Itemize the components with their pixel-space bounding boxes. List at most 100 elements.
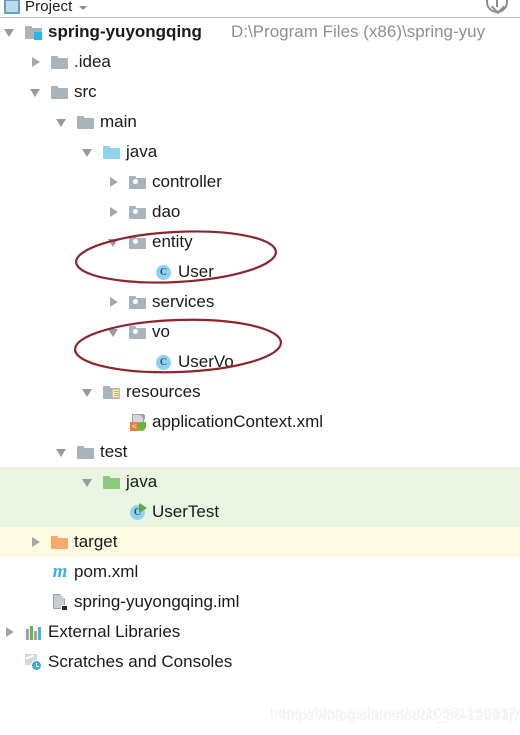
tree-row-idea[interactable]: .idea — [0, 47, 520, 77]
twisty-collapsed-icon[interactable] — [106, 174, 122, 190]
run-arrow-icon — [139, 503, 147, 513]
twisty-collapsed-icon[interactable] — [2, 624, 18, 640]
module-iml-file-icon — [50, 592, 70, 612]
package-folder-icon — [128, 292, 148, 312]
twisty-expanded-icon[interactable] — [28, 84, 44, 100]
package-folder-icon — [128, 322, 148, 342]
module-badge — [34, 32, 42, 40]
source-root-folder-icon — [102, 142, 122, 162]
tree-row-label: applicationContext.xml — [152, 412, 324, 431]
tree-row-spring-yuyongqing[interactable]: spring-yuyongqingspring-yuyongqingD:\Pro… — [0, 17, 520, 47]
tree-row-main[interactable]: main — [0, 107, 520, 137]
java-test-class-icon: C — [128, 502, 148, 522]
class-glyph: C — [156, 265, 171, 280]
folder-icon — [76, 442, 96, 462]
tree-row-label: spring-yuyongqing.iml — [74, 592, 240, 611]
maven-pom-icon: m — [50, 562, 70, 582]
tree-row-src[interactable]: src — [0, 77, 520, 107]
scratch-shape — [25, 654, 43, 671]
tree-row-label: controller — [152, 172, 222, 191]
watermark: https://blog.csdn.net/u010561259317 http… — [252, 703, 520, 727]
tree-row-label: resources — [126, 382, 201, 401]
twisty-collapsed-icon[interactable] — [106, 294, 122, 310]
package-dot — [133, 209, 138, 214]
resources-root-folder-icon — [102, 382, 122, 402]
twisty-collapsed-icon[interactable] — [28, 54, 44, 70]
tree-row-dao[interactable]: dao — [0, 197, 520, 227]
twisty-expanded-icon[interactable] — [80, 384, 96, 400]
watermark-line-b: https://blog.csdn.net/u0_56-12593j7 — [282, 707, 520, 724]
package-dot — [133, 299, 138, 304]
tree-row-label: java — [126, 142, 158, 161]
tree-row-label: Scratches and Consoles — [48, 652, 233, 671]
twisty-expanded-icon[interactable] — [80, 474, 96, 490]
tree-row-label: User — [178, 262, 214, 281]
java-class-icon: C — [154, 352, 174, 372]
tree-row-scratches[interactable]: Scratches and Consoles — [0, 647, 520, 677]
folder-icon — [50, 52, 70, 72]
tree-row-label: .idea — [74, 52, 111, 71]
tree-row-label: target — [74, 532, 118, 551]
excluded-folder-icon — [50, 532, 70, 552]
package-folder-icon — [128, 172, 148, 192]
folder-shape — [51, 56, 68, 69]
tree-row-label: pom.xml — [74, 562, 139, 581]
twisty-expanded-icon[interactable] — [106, 234, 122, 250]
tree-row-test[interactable]: test — [0, 437, 520, 467]
chevron-down-icon[interactable] — [79, 5, 88, 10]
tree-row-target[interactable]: target — [0, 527, 520, 557]
class-glyph: C — [156, 355, 171, 370]
twisty-collapsed-icon[interactable] — [106, 204, 122, 220]
tree-row-UserTest[interactable]: C UserTest — [0, 497, 520, 527]
tree-row-pom[interactable]: m pom.xml — [0, 557, 520, 587]
twisty-expanded-icon[interactable] — [54, 114, 70, 130]
package-folder-icon — [128, 232, 148, 252]
twisty-collapsed-icon[interactable] — [28, 534, 44, 550]
tree-row-UserVo[interactable]: C UserVo — [0, 347, 520, 377]
twisty-expanded-icon[interactable] — [2, 24, 18, 40]
spring-xml-file-icon: < — [128, 412, 148, 432]
test-source-root-folder-icon — [102, 472, 122, 492]
twisty-expanded-icon[interactable] — [54, 444, 70, 460]
tree-row-resources[interactable]: resources — [0, 377, 520, 407]
folder-icon — [76, 112, 96, 132]
tree-row-iml[interactable]: spring-yuyongqing.iml — [0, 587, 520, 617]
tree-row-label: dao — [152, 202, 181, 221]
project-window-icon — [4, 0, 20, 14]
tree-row-label: java — [126, 472, 158, 491]
tree-row-label: vo — [152, 322, 170, 341]
resources-badge — [112, 389, 120, 398]
tree-row-label: UserTest — [152, 502, 220, 521]
tree-row-label: entity — [152, 232, 193, 251]
tree-row-java-main[interactable]: java — [0, 137, 520, 167]
folder-icon — [50, 82, 70, 102]
folder-shape — [51, 86, 68, 99]
twisty-expanded-icon[interactable] — [80, 144, 96, 160]
tree-row-label: test — [100, 442, 128, 461]
tree-row-label: services — [152, 292, 215, 311]
package-dot — [133, 329, 138, 334]
folder-shape — [77, 446, 94, 459]
package-folder-icon — [128, 202, 148, 222]
tree-row-external-libraries[interactable]: External Libraries — [0, 617, 520, 647]
collapse-all-icon[interactable] — [486, 0, 508, 13]
tree-row-java-test[interactable]: java — [0, 467, 520, 497]
tree-row-entity[interactable]: entity — [0, 227, 520, 257]
tree-row-applicationContext[interactable]: < applicationContext.xml — [0, 407, 520, 437]
tree-row-label: External Libraries — [48, 622, 181, 641]
maven-glyph: m — [52, 561, 68, 582]
scratches-icon — [24, 652, 44, 672]
tree-row-label: UserVo — [178, 352, 234, 371]
tree-row-services[interactable]: services — [0, 287, 520, 317]
tree-row-vo[interactable]: vo — [0, 317, 520, 347]
project-root-folder-icon — [24, 22, 44, 42]
tree-row-controller[interactable]: controller — [0, 167, 520, 197]
xml-file-shape: < — [130, 414, 146, 431]
java-class-icon: C — [154, 262, 174, 282]
project-path-label: D:\Program Files (x86)\spring-yuy — [231, 22, 486, 41]
tree-row-User[interactable]: C User — [0, 257, 520, 287]
folder-shape — [103, 146, 120, 159]
external-libraries-icon — [24, 622, 44, 642]
twisty-expanded-icon[interactable] — [106, 324, 122, 340]
tree-row-label: spring-yuyongqing — [48, 22, 202, 41]
